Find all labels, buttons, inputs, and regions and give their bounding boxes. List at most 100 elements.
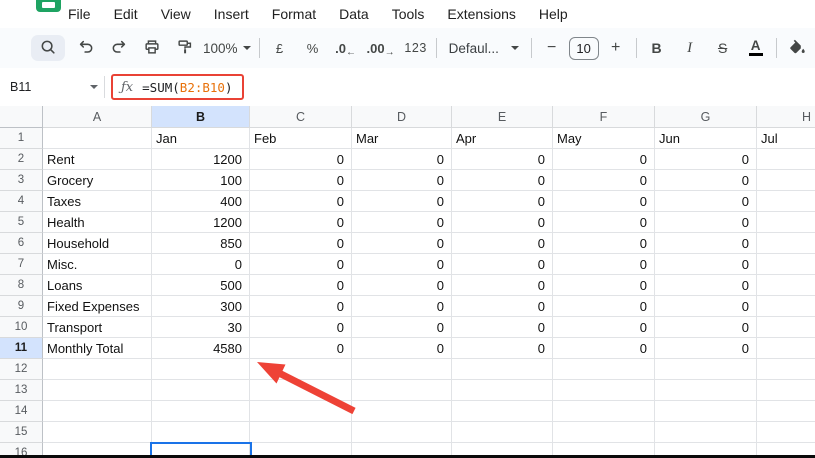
menu-tools[interactable]: Tools <box>388 4 429 24</box>
percent-format-button[interactable]: % <box>301 35 325 61</box>
cell-G10[interactable]: 0 <box>655 317 757 338</box>
cell-D5[interactable]: 0 <box>352 212 452 233</box>
cell-A8[interactable]: Loans <box>43 275 152 296</box>
cell-F12[interactable] <box>553 359 655 380</box>
cell-E14[interactable] <box>452 401 553 422</box>
search-button[interactable] <box>31 35 65 61</box>
cell-B11[interactable]: 4580 <box>152 338 250 359</box>
cell-C13[interactable] <box>250 380 352 401</box>
cell-C4[interactable]: 0 <box>250 191 352 212</box>
font-family-select[interactable]: Defaul... <box>445 35 523 61</box>
cell-D11[interactable]: 0 <box>352 338 452 359</box>
cell-G15[interactable] <box>655 422 757 443</box>
cell-A13[interactable] <box>43 380 152 401</box>
cell-G13[interactable] <box>655 380 757 401</box>
redo-button[interactable] <box>107 35 131 61</box>
increase-decimal-button[interactable]: .00 → <box>367 35 395 61</box>
cell-A10[interactable]: Transport <box>43 317 152 338</box>
cell-F14[interactable] <box>553 401 655 422</box>
print-button[interactable] <box>140 35 164 61</box>
row-header-9[interactable]: 9 <box>0 296 43 317</box>
cell-E1[interactable]: Apr <box>452 128 553 149</box>
col-header-D[interactable]: D <box>352 106 452 128</box>
cell-D1[interactable]: Mar <box>352 128 452 149</box>
cell-F4[interactable]: 0 <box>553 191 655 212</box>
cell-E13[interactable] <box>452 380 553 401</box>
cell-B15[interactable] <box>152 422 250 443</box>
row-header-15[interactable]: 15 <box>0 422 43 443</box>
cell-A6[interactable]: Household <box>43 233 152 254</box>
cell-F10[interactable]: 0 <box>553 317 655 338</box>
cell-B6[interactable]: 850 <box>152 233 250 254</box>
cell-H8[interactable] <box>757 275 815 296</box>
cell-H5[interactable] <box>757 212 815 233</box>
cell-C11[interactable]: 0 <box>250 338 352 359</box>
cell-E10[interactable]: 0 <box>452 317 553 338</box>
cell-F9[interactable]: 0 <box>553 296 655 317</box>
cell-E7[interactable]: 0 <box>452 254 553 275</box>
cell-D12[interactable] <box>352 359 452 380</box>
menu-view[interactable]: View <box>157 4 195 24</box>
cell-C5[interactable]: 0 <box>250 212 352 233</box>
cell-F15[interactable] <box>553 422 655 443</box>
cell-C10[interactable]: 0 <box>250 317 352 338</box>
cell-H7[interactable] <box>757 254 815 275</box>
cell-A12[interactable] <box>43 359 152 380</box>
cell-F8[interactable]: 0 <box>553 275 655 296</box>
cell-F11[interactable]: 0 <box>553 338 655 359</box>
menu-extensions[interactable]: Extensions <box>443 4 519 24</box>
cell-G14[interactable] <box>655 401 757 422</box>
cell-B5[interactable]: 1200 <box>152 212 250 233</box>
cell-H10[interactable] <box>757 317 815 338</box>
cell-A9[interactable]: Fixed Expenses <box>43 296 152 317</box>
cell-H12[interactable] <box>757 359 815 380</box>
cell-C12[interactable] <box>250 359 352 380</box>
zoom-select[interactable]: 100% <box>203 35 251 61</box>
cell-H13[interactable] <box>757 380 815 401</box>
cell-B12[interactable] <box>152 359 250 380</box>
cell-B4[interactable]: 400 <box>152 191 250 212</box>
cell-A15[interactable] <box>43 422 152 443</box>
cell-A2[interactable]: Rent <box>43 149 152 170</box>
menu-data[interactable]: Data <box>335 4 373 24</box>
cell-B14[interactable] <box>152 401 250 422</box>
fill-color-button[interactable] <box>785 35 809 61</box>
cell-C8[interactable]: 0 <box>250 275 352 296</box>
cell-G7[interactable]: 0 <box>655 254 757 275</box>
undo-button[interactable] <box>74 35 98 61</box>
number-format-button[interactable]: 123 <box>404 35 428 61</box>
cell-G5[interactable]: 0 <box>655 212 757 233</box>
cell-G4[interactable]: 0 <box>655 191 757 212</box>
cell-B8[interactable]: 500 <box>152 275 250 296</box>
cell-E3[interactable]: 0 <box>452 170 553 191</box>
cell-G11[interactable]: 0 <box>655 338 757 359</box>
text-color-button[interactable]: A <box>744 35 768 61</box>
decrease-decimal-button[interactable]: .0 ← <box>334 35 358 61</box>
col-header-G[interactable]: G <box>655 106 757 128</box>
cell-F7[interactable]: 0 <box>553 254 655 275</box>
cell-A7[interactable]: Misc. <box>43 254 152 275</box>
row-header-5[interactable]: 5 <box>0 212 43 233</box>
cell-A1[interactable] <box>43 128 152 149</box>
cell-E11[interactable]: 0 <box>452 338 553 359</box>
cell-F5[interactable]: 0 <box>553 212 655 233</box>
cell-C6[interactable]: 0 <box>250 233 352 254</box>
cell-G6[interactable]: 0 <box>655 233 757 254</box>
menu-insert[interactable]: Insert <box>210 4 253 24</box>
cell-E8[interactable]: 0 <box>452 275 553 296</box>
cell-G3[interactable]: 0 <box>655 170 757 191</box>
cell-A11[interactable]: Monthly Total <box>43 338 152 359</box>
cell-H14[interactable] <box>757 401 815 422</box>
cell-F2[interactable]: 0 <box>553 149 655 170</box>
cell-B7[interactable]: 0 <box>152 254 250 275</box>
cell-C1[interactable]: Feb <box>250 128 352 149</box>
cell-E6[interactable]: 0 <box>452 233 553 254</box>
cell-G2[interactable]: 0 <box>655 149 757 170</box>
row-header-13[interactable]: 13 <box>0 380 43 401</box>
row-header-12[interactable]: 12 <box>0 359 43 380</box>
row-header-11[interactable]: 11 <box>0 338 43 359</box>
row-header-2[interactable]: 2 <box>0 149 43 170</box>
bold-button[interactable]: B <box>645 35 669 61</box>
cell-F13[interactable] <box>553 380 655 401</box>
row-header-8[interactable]: 8 <box>0 275 43 296</box>
